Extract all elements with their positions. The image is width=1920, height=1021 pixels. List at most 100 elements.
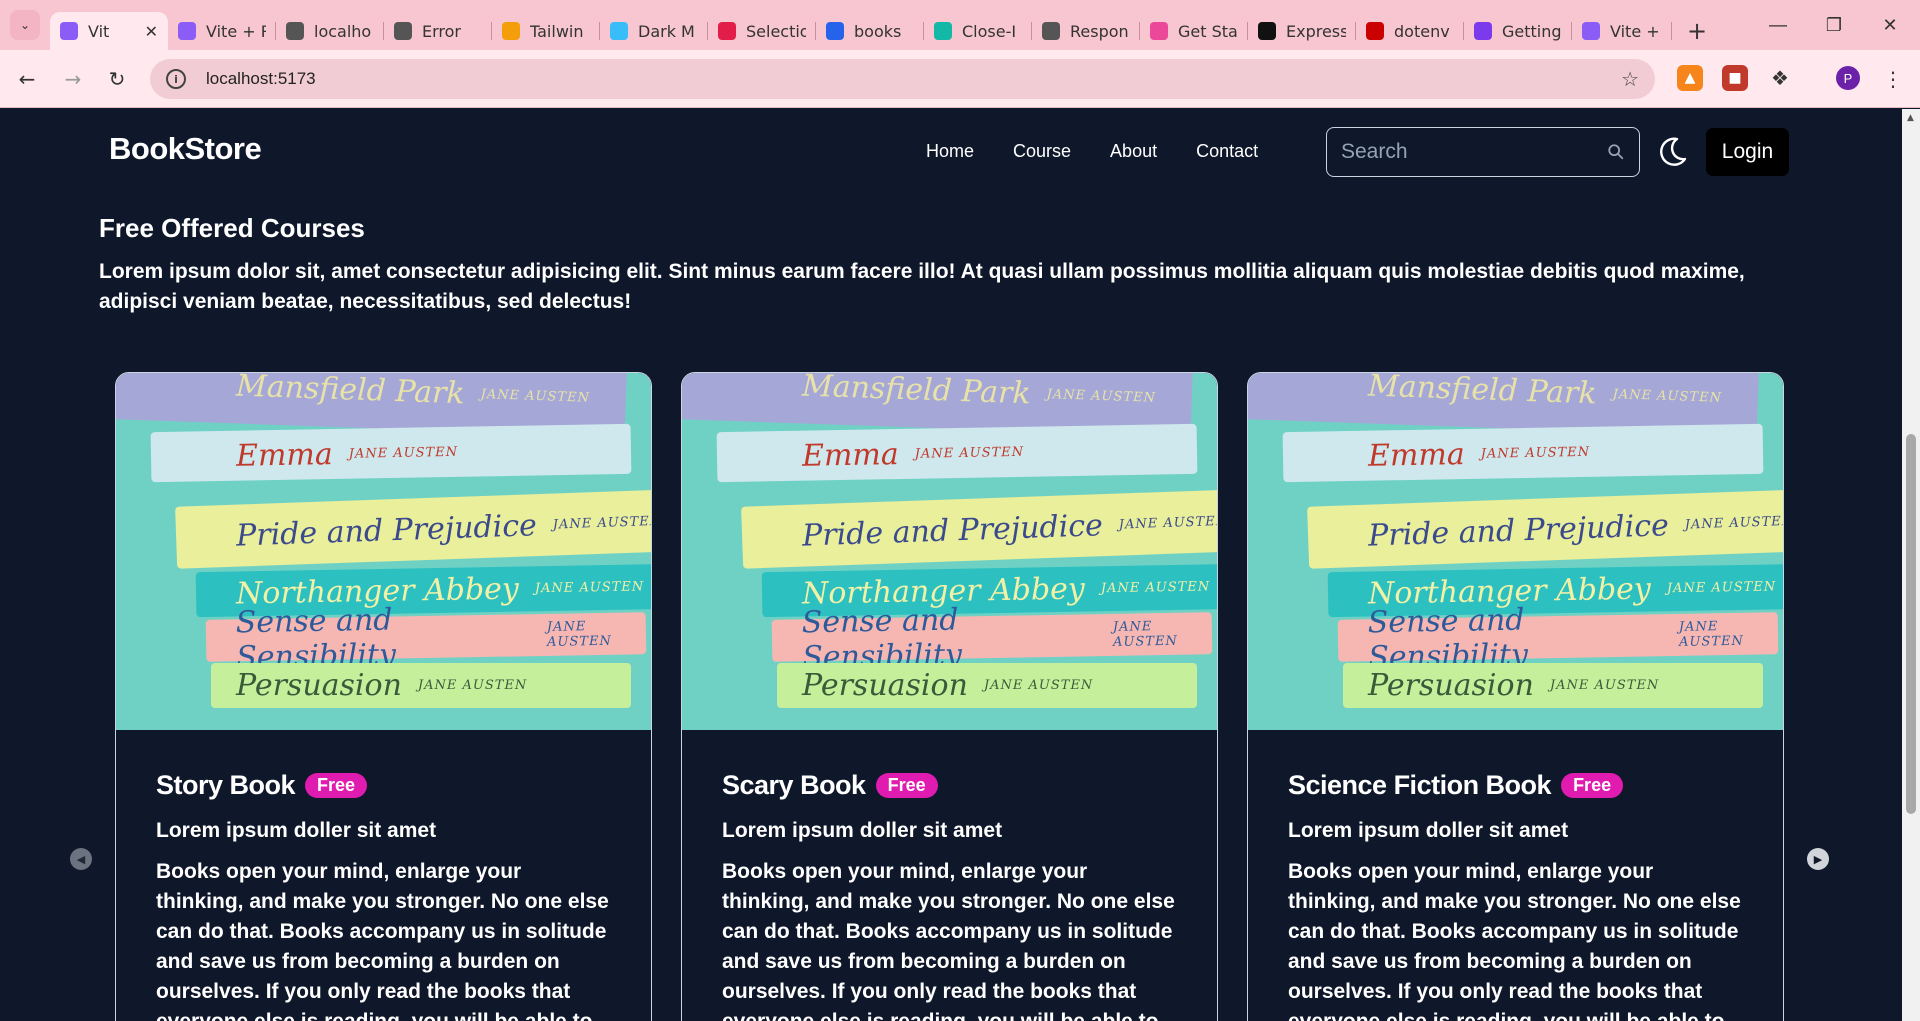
page-scrollbar[interactable]: ▲: [1902, 109, 1920, 1021]
tab-title: Error: [422, 21, 461, 41]
book-spine: Persuasion JANE AUSTEN: [1343, 663, 1763, 708]
free-badge: Free: [305, 773, 368, 798]
login-button[interactable]: Login: [1706, 128, 1789, 176]
moon-icon[interactable]: [1655, 135, 1689, 169]
browser-tab[interactable]: Error: [384, 12, 492, 50]
scroll-up-icon[interactable]: ▲: [1907, 113, 1914, 123]
browser-tab[interactable]: Getting: [1464, 12, 1572, 50]
browser-tab[interactable]: Express: [1248, 12, 1356, 50]
browser-tab-strip: ⌄ Vit ✕ Vite + R localho Error Tailwin Dark M S…: [0, 0, 1920, 50]
nav-link-about[interactable]: About: [1110, 141, 1157, 162]
browser-tab[interactable]: Close-I: [924, 12, 1032, 50]
brand-logo[interactable]: BookStore: [109, 131, 262, 167]
globe-icon: [394, 22, 412, 40]
tab-title: localho: [314, 21, 372, 41]
browser-tab[interactable]: Vit ✕: [50, 12, 168, 50]
card-body: Scary Book Free Lorem ipsum doller sit ame…: [682, 770, 1217, 1021]
browser-tab[interactable]: dotenv: [1356, 12, 1464, 50]
url-text: localhost:5173: [206, 69, 316, 88]
free-badge: Free: [1561, 773, 1624, 798]
nav-link-contact[interactable]: Contact: [1196, 141, 1258, 162]
book-author: JANE AUSTEN: [534, 579, 645, 597]
restore-icon[interactable]: ❐: [1806, 0, 1862, 50]
nav-link-home[interactable]: Home: [926, 141, 974, 162]
book-spine: Pride and Prejudice JANE AUSTEN: [175, 489, 651, 569]
browser-tab[interactable]: Get Sta: [1140, 12, 1248, 50]
tab-title: dotenv: [1394, 21, 1450, 41]
forward-arrow-icon[interactable]: →: [56, 62, 90, 96]
forms-icon: [826, 22, 844, 40]
tab-divider: [1671, 22, 1672, 40]
npm-icon: [1366, 22, 1384, 40]
vite-icon: [178, 22, 196, 40]
browser-menu-icon[interactable]: ⋮: [1876, 62, 1910, 96]
browser-tab[interactable]: Selectio: [708, 12, 816, 50]
book-title: Pride and Prejudice: [1367, 507, 1670, 554]
book-title: Emma: [1367, 436, 1466, 474]
carousel-prev-button[interactable]: ◀: [70, 848, 92, 870]
tab-title: Tailwin: [530, 21, 584, 41]
reload-icon[interactable]: ↻: [100, 62, 134, 96]
site-info-icon[interactable]: i: [166, 69, 186, 89]
book-spine: Emma JANE AUSTEN: [1282, 423, 1764, 483]
book-author: JANE AUSTEN: [552, 513, 651, 533]
daisy-icon: [1150, 22, 1168, 40]
vite-icon: [1582, 22, 1600, 40]
book-author: JANE AUSTEN: [1684, 513, 1783, 533]
book-title: Emma: [801, 436, 900, 474]
book-title: Persuasion: [1368, 668, 1534, 703]
bookmark-star-icon[interactable]: ☆: [1621, 67, 1639, 91]
tab-title: Vit: [88, 21, 110, 41]
browser-tab[interactable]: localho: [276, 12, 384, 50]
book-author: JANE AUSTEN: [1612, 387, 1723, 406]
book-spine: Sense and Sensibility JANE AUSTEN: [1337, 603, 1779, 675]
browser-tab[interactable]: Respon: [1032, 12, 1140, 50]
address-bar[interactable]: i localhost:5173 ☆: [150, 59, 1655, 99]
browser-tab[interactable]: Tailwin: [492, 12, 600, 50]
tab-title: Dark M: [638, 21, 695, 41]
profile-avatar[interactable]: P: [1836, 66, 1860, 90]
carousel-next-button[interactable]: ▶: [1807, 848, 1829, 870]
book-author: JANE AUSTEN: [914, 444, 1025, 462]
extension-icon[interactable]: ■: [1722, 65, 1748, 91]
book-title: Persuasion: [802, 668, 968, 703]
book-title: Pride and Prejudice: [801, 507, 1104, 554]
close-tab-icon[interactable]: ✕: [145, 22, 158, 41]
course-card[interactable]: Mansfield Park JANE AUSTEN Emma JANE AUSTEN…: [1247, 372, 1784, 1021]
tab-search-chevron-icon[interactable]: ⌄: [10, 10, 40, 40]
free-badge: Free: [875, 773, 938, 798]
metamask-extension-icon[interactable]: ▲: [1677, 65, 1703, 91]
close-window-icon[interactable]: ✕: [1862, 0, 1918, 50]
tab-title: Get Sta: [1178, 21, 1238, 41]
tab-title: books: [854, 21, 902, 41]
course-card[interactable]: Mansfield Park JANE AUSTEN Emma JANE AUSTEN…: [115, 372, 652, 1021]
card-subtitle: Lorem ipsum doller sit amet: [722, 819, 1003, 842]
book-author: JANE AUSTEN: [1112, 619, 1179, 650]
new-tab-icon[interactable]: +: [1682, 12, 1712, 50]
search-input[interactable]: Search: [1326, 127, 1640, 177]
tab-list: Vit ✕ Vite + R localho Error Tailwin Dark M Sel…: [50, 6, 1712, 50]
book-spine: Pride and Prejudice JANE AUSTEN: [741, 489, 1217, 569]
browser-tab[interactable]: Vite + R: [1572, 12, 1672, 50]
browser-tab[interactable]: books: [816, 12, 924, 50]
card-subtitle: Lorem ipsum doller sit amet: [156, 819, 437, 842]
book-spine: Persuasion JANE AUSTEN: [211, 663, 631, 708]
extensions-puzzle-icon[interactable]: ❖: [1767, 65, 1793, 91]
card-title: Scary Book: [722, 770, 866, 800]
book-author: JANE AUSTEN: [417, 678, 528, 693]
nav-link-course[interactable]: Course: [1013, 141, 1071, 162]
back-arrow-icon[interactable]: ←: [10, 62, 44, 96]
figma-icon: [718, 22, 736, 40]
card-title-row: Scary Book Free: [722, 770, 1177, 801]
book-spine: Sense and Sensibility JANE AUSTEN: [771, 603, 1213, 675]
tab-title: Vite + R: [206, 21, 266, 41]
course-card[interactable]: Mansfield Park JANE AUSTEN Emma JANE AUSTEN…: [681, 372, 1218, 1021]
d-icon: [934, 22, 952, 40]
globe-icon: [286, 22, 304, 40]
book-title: Emma: [235, 436, 334, 474]
minimize-icon[interactable]: ―: [1750, 0, 1806, 50]
browser-tab[interactable]: Vite + R: [168, 12, 276, 50]
browser-tab[interactable]: Dark M: [600, 12, 708, 50]
scrollbar-thumb[interactable]: [1906, 434, 1916, 814]
card-description: Books open your mind, enlarge your think…: [1288, 860, 1741, 1021]
